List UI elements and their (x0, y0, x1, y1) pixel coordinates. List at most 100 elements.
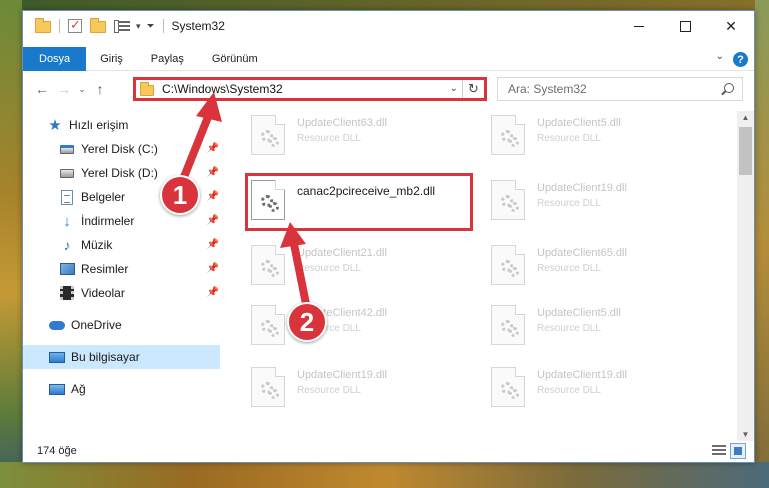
navigation-row: ← → ⌄ ↑ C:\Windows\System32 ⌄ ↻ Ara: Sys… (23, 75, 754, 103)
drive-icon (59, 141, 75, 157)
file-tile[interactable]: UpdateClient42.dll Resource DLL (247, 301, 472, 351)
scroll-up-icon[interactable]: ▲ (737, 113, 754, 122)
file-tile[interactable]: UpdateClient63.dll Resource DLL (247, 111, 472, 161)
desktop-background-bottom (0, 462, 769, 488)
forward-button[interactable]: → (53, 78, 75, 100)
sidebar-item-onedrive[interactable]: OneDrive (49, 313, 199, 337)
download-icon: ↓ (63, 212, 71, 230)
search-input[interactable]: Ara: System32 (508, 82, 587, 96)
minimize-button[interactable] (616, 11, 662, 41)
sidebar-item-videos[interactable]: Videolar 📌 (59, 281, 219, 305)
tab-view[interactable]: Görünüm (198, 47, 272, 71)
network-icon (49, 381, 65, 397)
sidebar-item-label: Ağ (71, 382, 86, 396)
properties-check-icon[interactable] (68, 17, 82, 33)
star-icon: ★ (48, 117, 62, 134)
search-box[interactable]: Ara: System32 (497, 77, 743, 101)
sidebar-item-label: Bu bilgisayar (71, 350, 140, 364)
refresh-button[interactable]: ↻ (462, 80, 484, 98)
help-button[interactable]: ? (733, 52, 748, 67)
cloud-icon (49, 317, 65, 333)
item-count: 174 öğe (37, 445, 77, 457)
file-tile[interactable]: UpdateClient19.dll Resource DLL (487, 363, 712, 413)
new-folder-icon[interactable] (90, 18, 106, 34)
file-type: Resource DLL (537, 133, 601, 144)
tab-share[interactable]: Paylaş (137, 47, 198, 71)
address-path[interactable]: C:\Windows\System32 (162, 82, 283, 96)
music-icon: ♪ (63, 237, 71, 253)
sidebar-item-label: İndirmeler (81, 214, 135, 228)
file-tile[interactable]: UpdateClient65.dll Resource DLL (487, 241, 712, 291)
desktop-background-right (755, 0, 769, 488)
sidebar-item-label: Belgeler (81, 190, 126, 204)
file-type: Resource DLL (297, 385, 361, 396)
pin-icon[interactable]: 📌 (207, 239, 219, 250)
pin-icon[interactable]: 📌 (207, 287, 219, 298)
file-name: UpdateClient63.dll (297, 117, 387, 129)
sidebar-item-label: Müzik (81, 238, 113, 252)
file-tile[interactable]: UpdateClient5.dll Resource DLL (487, 111, 712, 161)
file-tile[interactable]: UpdateClient21.dll Resource DLL (247, 241, 472, 291)
close-button[interactable]: ✕ (708, 11, 754, 41)
file-tile[interactable]: UpdateClient5.dll Resource DLL (487, 301, 712, 351)
video-icon (59, 285, 75, 301)
sidebar-item-music[interactable]: ♪ Müzik 📌 (59, 233, 220, 257)
address-dropdown-icon[interactable]: ⌄ (450, 83, 458, 94)
sidebar-item-label: Videolar (81, 286, 125, 300)
recent-locations-button[interactable]: ⌄ (75, 78, 89, 100)
customize-toolbar-icon[interactable]: ⏷ (147, 21, 155, 32)
tab-home[interactable]: Giriş (86, 47, 137, 71)
sidebar-item-downloads[interactable]: ↓ İndirmeler 📌 (59, 209, 219, 233)
drive-icon (59, 165, 75, 181)
pin-icon[interactable]: 📌 (207, 143, 219, 154)
dll-file-icon (491, 367, 525, 407)
pin-icon[interactable]: 📌 (207, 215, 219, 226)
sidebar-item-pictures[interactable]: Resimler 📌 (59, 257, 219, 281)
dll-file-icon (251, 115, 285, 155)
address-bar[interactable]: C:\Windows\System32 ⌄ ↻ (133, 77, 487, 101)
large-icons-view-icon[interactable] (730, 443, 746, 459)
file-name: UpdateClient5.dll (537, 307, 621, 319)
file-tile[interactable]: UpdateClient19.dll Resource DLL (247, 363, 472, 413)
file-name: UpdateClient5.dll (537, 117, 621, 129)
file-type: Resource DLL (537, 263, 601, 274)
sidebar-item-label: Resimler (81, 262, 129, 276)
sidebar-item-network[interactable]: Ağ (49, 377, 199, 401)
folder-icon (35, 18, 51, 34)
folder-icon (140, 81, 154, 96)
file-type: Resource DLL (297, 263, 361, 274)
title-separator (162, 19, 164, 33)
pin-icon[interactable]: 📌 (207, 263, 219, 274)
dll-file-icon (251, 367, 285, 407)
file-name: UpdateClient19.dll (537, 369, 627, 381)
dll-file-icon (491, 180, 525, 220)
up-button[interactable]: ↑ (89, 78, 111, 100)
sidebar-item-this-pc[interactable]: Bu bilgisayar (23, 345, 220, 369)
scroll-thumb[interactable] (739, 127, 752, 175)
sidebar-item-label: Hızlı erişim (69, 118, 129, 132)
dll-file-icon (251, 245, 285, 285)
pin-icon[interactable]: 📌 (207, 191, 219, 202)
title-bar: ▾ ⏷ System32 ✕ (23, 11, 754, 41)
scroll-down-icon[interactable]: ▼ (737, 430, 754, 439)
vertical-scrollbar[interactable]: ▲ ▼ (737, 111, 754, 441)
dll-file-icon (491, 305, 525, 345)
pin-icon[interactable]: 📌 (207, 167, 219, 178)
dll-file-icon (251, 305, 285, 345)
step-1-badge: 1 (160, 175, 200, 215)
tab-file[interactable]: Dosya (23, 46, 87, 71)
maximize-button[interactable] (662, 11, 708, 41)
sidebar-item-local-disk-c[interactable]: Yerel Disk (C:) 📌 (59, 137, 219, 161)
chevron-down-icon[interactable]: ▾ (136, 21, 141, 32)
search-icon[interactable] (724, 83, 734, 93)
file-name: UpdateClient19.dll (537, 182, 627, 194)
details-view-icon[interactable] (712, 445, 726, 457)
pictures-icon (59, 261, 75, 277)
toolbar-separator (59, 19, 60, 33)
window-controls: ✕ (616, 11, 754, 41)
back-button[interactable]: ← (31, 78, 53, 100)
file-tile[interactable]: UpdateClient19.dll Resource DLL (487, 176, 712, 226)
properties-list-icon[interactable] (114, 19, 130, 33)
expand-ribbon-icon[interactable]: ⌄ (716, 51, 724, 62)
sidebar-item-quick-access[interactable]: ★ Hızlı erişim (47, 113, 197, 137)
